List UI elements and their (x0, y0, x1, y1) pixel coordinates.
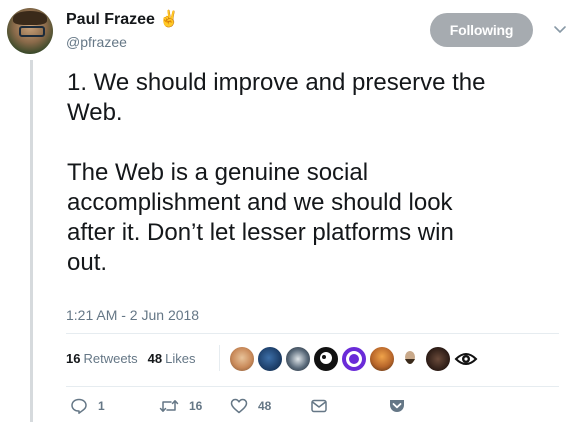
following-button[interactable]: Following (430, 13, 533, 47)
liker-avatar-4[interactable] (313, 346, 339, 372)
liker-avatar-8[interactable] (425, 346, 451, 372)
tweet-stats: 16 Retweets 48 Likes (66, 351, 206, 366)
like-action[interactable]: 48 (230, 397, 271, 415)
divider (66, 386, 559, 387)
retweets-count: 16 (66, 351, 81, 366)
thread-line (30, 60, 33, 422)
liker-avatar-9[interactable] (453, 346, 479, 372)
tweet-text: 1. We should improve and preserve the We… (67, 69, 486, 276)
retweet-count: 16 (189, 399, 203, 413)
retweet-icon (159, 400, 179, 412)
liker-avatar-5[interactable] (341, 346, 367, 372)
liker-avatar-7[interactable] (397, 346, 423, 372)
liker-avatar-1[interactable] (229, 346, 255, 372)
pocket-icon (390, 400, 404, 412)
author-handle[interactable]: @pfrazee (66, 34, 127, 50)
tweet-timestamp[interactable]: 1:21 AM - 2 Jun 2018 (66, 307, 199, 323)
heart-icon (230, 398, 248, 414)
direct-message-action[interactable] (310, 397, 328, 415)
envelope-icon (311, 399, 327, 413)
liker-avatar-3[interactable] (285, 346, 311, 372)
victory-hand-icon: ✌ (158, 11, 179, 28)
pocket-action[interactable] (388, 397, 406, 415)
chevron-down-icon[interactable] (553, 22, 567, 36)
reply-action[interactable]: 1 (70, 397, 105, 415)
liker-avatar-2[interactable] (257, 346, 283, 372)
author-avatar[interactable] (7, 8, 53, 54)
reply-icon (71, 398, 87, 414)
author-name-row[interactable]: Paul Frazee ✌ (66, 11, 179, 29)
tweet-actions: 1 16 48 (66, 397, 411, 417)
liker-avatars (229, 346, 481, 372)
likes-label: Likes (165, 351, 196, 366)
retweets-stat[interactable]: 16 Retweets (66, 351, 138, 366)
liker-avatar-6[interactable] (369, 346, 395, 372)
author-name[interactable]: Paul Frazee (66, 11, 155, 29)
likes-stat[interactable]: 48 Likes (148, 351, 196, 366)
stats-separator (219, 345, 220, 371)
retweet-action[interactable]: 16 (159, 397, 202, 415)
reply-count: 1 (98, 399, 105, 413)
likes-count: 48 (147, 351, 163, 366)
like-count: 48 (258, 399, 272, 413)
retweets-label: Retweets (83, 351, 138, 366)
divider (66, 333, 559, 334)
